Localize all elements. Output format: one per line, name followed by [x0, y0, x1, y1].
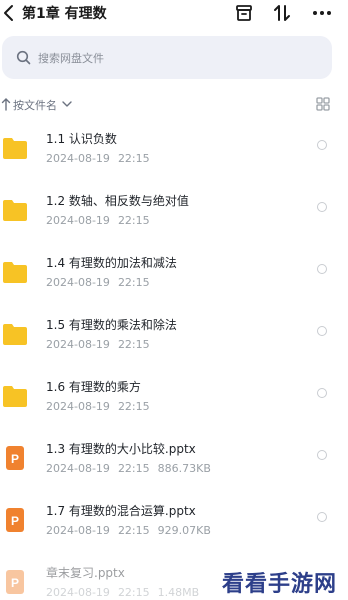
sort-bar[interactable]: 按文件名	[0, 94, 348, 114]
pptx-file-icon: P	[6, 570, 24, 594]
watermark-logo: 看看手游网	[222, 572, 338, 597]
pptx-file-icon: P	[6, 508, 24, 532]
select-radio[interactable]	[317, 202, 327, 212]
search-icon	[16, 50, 31, 65]
file-name: 1.3 有理数的大小比较.pptx	[46, 442, 196, 456]
list-item[interactable]: P 1.7 有理数的混合运算.pptx 2024-08-19 22:15 929.0…	[0, 490, 348, 552]
file-meta: 2024-08-19 22:15	[46, 152, 150, 165]
sort-icon[interactable]	[272, 3, 292, 23]
file-meta: 2024-08-19 22:15	[46, 338, 150, 351]
file-name: 1.4 有理数的加法和减法	[46, 256, 177, 270]
file-meta: 2024-08-19 22:15 1.48MB	[46, 586, 200, 599]
top-bar: 第1章 有理数	[0, 0, 348, 26]
list-item[interactable]: 1.4 有理数的加法和减法 2024-08-19 22:15	[0, 242, 348, 304]
select-radio[interactable]	[317, 450, 327, 460]
select-radio[interactable]	[317, 326, 327, 336]
list-item[interactable]: 1.2 数轴、相反数与绝对值 2024-08-19 22:15	[0, 180, 348, 242]
file-name: 1.2 数轴、相反数与绝对值	[46, 194, 189, 208]
file-meta: 2024-08-19 22:15	[46, 400, 150, 413]
select-radio[interactable]	[317, 140, 327, 150]
file-meta: 2024-08-19 22:15	[46, 276, 150, 289]
more-icon[interactable]	[310, 3, 334, 23]
list-item[interactable]: 1.6 有理数的乘方 2024-08-19 22:15	[0, 366, 348, 428]
select-radio[interactable]	[317, 388, 327, 398]
folder-icon	[3, 324, 27, 345]
file-meta: 2024-08-19 22:15 886.73KB	[46, 462, 211, 475]
svg-text:P: P	[11, 514, 19, 528]
file-name: 1.5 有理数的乘法和除法	[46, 318, 177, 332]
list-item[interactable]: P 1.3 有理数的大小比较.pptx 2024-08-19 22:15 886.7…	[0, 428, 348, 490]
file-name: 1.1 认识负数	[46, 132, 117, 146]
file-name: 1.6 有理数的乘方	[46, 380, 141, 394]
pptx-file-icon: P	[6, 446, 24, 470]
sort-label[interactable]: 按文件名	[13, 97, 57, 113]
search-bar[interactable]: 搜索网盘文件	[2, 36, 332, 79]
grid-view-icon[interactable]	[316, 97, 330, 111]
select-radio[interactable]	[317, 512, 327, 522]
page-title: 第1章 有理数	[22, 6, 107, 22]
folder-icon	[3, 262, 27, 283]
file-name: 1.7 有理数的混合运算.pptx	[46, 504, 196, 518]
folder-icon	[3, 138, 27, 159]
file-name: 章末复习.pptx	[46, 566, 125, 580]
select-radio[interactable]	[317, 264, 327, 274]
svg-text:P: P	[11, 452, 19, 466]
folder-icon	[3, 200, 27, 221]
file-meta: 2024-08-19 22:15 929.07KB	[46, 524, 211, 537]
archive-icon[interactable]	[234, 3, 254, 23]
svg-text:P: P	[11, 576, 19, 590]
folder-icon	[3, 386, 27, 407]
chevron-down-icon[interactable]	[62, 100, 72, 108]
list-item[interactable]: 1.1 认识负数 2024-08-19 22:15	[0, 118, 348, 180]
list-item[interactable]: 1.5 有理数的乘法和除法 2024-08-19 22:15	[0, 304, 348, 366]
file-meta: 2024-08-19 22:15	[46, 214, 150, 227]
back-icon[interactable]	[2, 4, 16, 22]
search-input[interactable]: 搜索网盘文件	[38, 50, 104, 66]
arrow-up-icon	[1, 98, 11, 111]
